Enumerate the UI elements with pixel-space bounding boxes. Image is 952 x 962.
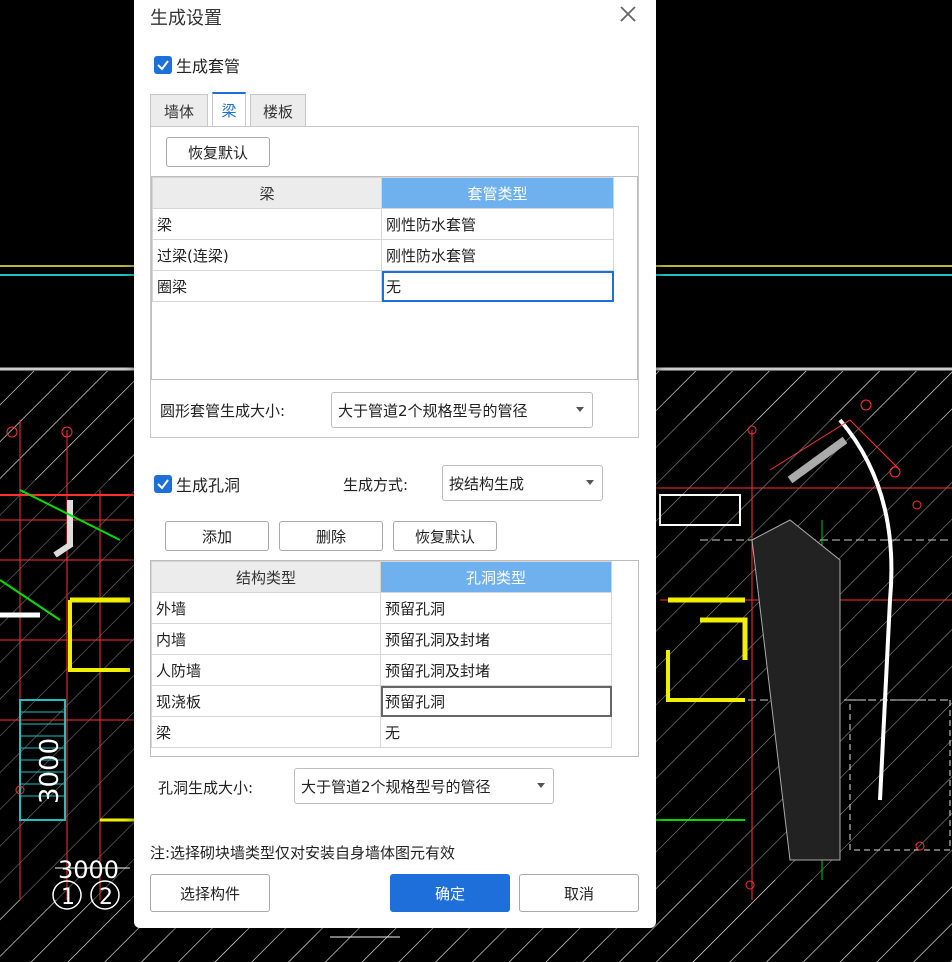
hole-size-select[interactable]: 大于管道2个规格型号的管径: [294, 768, 554, 804]
hole-restore-default-button[interactable]: 恢复默认: [393, 521, 497, 551]
sleeve-size-select[interactable]: 大于管道2个规格型号的管径: [331, 392, 593, 428]
dimension-horizontal-label: 3000: [58, 856, 119, 884]
generation-settings-dialog: 生成设置 生成套管 墙体 梁 楼板 恢复默认 梁 套管类型 梁 刚性防水套管 过…: [134, 0, 656, 928]
cell-structure-type[interactable]: 内墙: [151, 623, 381, 655]
sleeve-restore-default-button[interactable]: 恢复默认: [166, 137, 270, 167]
cell-hole-type[interactable]: 无: [380, 716, 612, 748]
table-row[interactable]: 外墙 预留孔洞: [151, 592, 612, 624]
column-header-beam[interactable]: 梁: [152, 177, 382, 209]
tab-wall[interactable]: 墙体: [150, 94, 208, 127]
table-row[interactable]: 现浇板 预留孔洞: [151, 685, 612, 717]
chevron-down-icon: [537, 783, 545, 788]
cell-beam-name[interactable]: 梁: [152, 208, 382, 240]
generate-hole-checkbox[interactable]: 生成孔洞: [154, 472, 240, 496]
hole-size-label: 孔洞生成大小:: [158, 779, 254, 797]
hole-type-grid: 结构类型 孔洞类型 外墙 预留孔洞 内墙 预留孔洞及封堵 人防墙 预留孔洞及封堵…: [150, 560, 639, 757]
column-header-hole-type[interactable]: 孔洞类型: [380, 561, 612, 593]
tab-slab[interactable]: 楼板: [250, 94, 306, 127]
cell-hole-type-focused[interactable]: 预留孔洞: [380, 685, 612, 717]
tab-beam[interactable]: 梁: [212, 92, 246, 126]
sleeve-type-grid: 梁 套管类型 梁 刚性防水套管 过梁(连梁) 刚性防水套管 圈梁 无: [151, 176, 638, 380]
delete-button[interactable]: 删除: [279, 521, 383, 551]
checkmark-icon: [154, 56, 172, 74]
select-component-button[interactable]: 选择构件: [150, 874, 270, 912]
sleeve-size-value: 大于管道2个规格型号的管径: [338, 401, 528, 420]
table-row[interactable]: 过梁(连梁) 刚性防水套管: [152, 239, 614, 271]
table-header-row: 梁 套管类型: [152, 177, 614, 209]
hole-size-value: 大于管道2个规格型号的管径: [301, 777, 491, 796]
close-icon[interactable]: [616, 2, 640, 26]
ok-button[interactable]: 确定: [390, 874, 510, 912]
sleeve-size-label: 圆形套管生成大小:: [160, 402, 286, 420]
table-row[interactable]: 人防墙 预留孔洞及封堵: [151, 654, 612, 686]
generate-hole-label: 生成孔洞: [176, 476, 241, 495]
cell-hole-type[interactable]: 预留孔洞: [380, 592, 612, 624]
cell-sleeve-type-focused[interactable]: 无: [381, 270, 614, 302]
note-text: 注:选择砌块墙类型仅对安装自身墙体图元有效: [150, 844, 456, 862]
table-row[interactable]: 梁 刚性防水套管: [152, 208, 614, 240]
generate-sleeve-label: 生成套管: [176, 57, 241, 76]
cancel-button[interactable]: 取消: [519, 874, 639, 912]
checkmark-icon: [154, 475, 172, 493]
chevron-down-icon: [576, 407, 584, 412]
cell-hole-type[interactable]: 预留孔洞及封堵: [380, 654, 612, 686]
dimension-vertical-label: 3000: [35, 738, 65, 804]
axis-label-2: 2: [99, 885, 113, 910]
cell-sleeve-type[interactable]: 刚性防水套管: [381, 239, 614, 271]
table-row[interactable]: 梁 无: [151, 716, 612, 748]
cell-structure-type[interactable]: 梁: [151, 716, 381, 748]
column-header-sleeve-type[interactable]: 套管类型: [381, 177, 614, 209]
dialog-title: 生成设置: [150, 8, 222, 29]
cell-beam-name[interactable]: 圈梁: [152, 270, 382, 302]
generation-method-label: 生成方式:: [343, 476, 409, 494]
axis-label-1: 1: [61, 885, 75, 910]
cell-sleeve-type[interactable]: 刚性防水套管: [381, 208, 614, 240]
table-row[interactable]: 圈梁 无: [152, 270, 614, 302]
cell-structure-type[interactable]: 人防墙: [151, 654, 381, 686]
cell-structure-type[interactable]: 外墙: [151, 592, 381, 624]
cell-beam-name[interactable]: 过梁(连梁): [152, 239, 382, 271]
cad-left-detail: 3000 3000 1 2: [0, 420, 134, 910]
table-header-row: 结构类型 孔洞类型: [151, 561, 612, 593]
generate-sleeve-checkbox[interactable]: 生成套管: [154, 53, 240, 77]
column-header-structure-type[interactable]: 结构类型: [151, 561, 381, 593]
generation-method-select[interactable]: 按结构生成: [442, 465, 603, 501]
table-row[interactable]: 内墙 预留孔洞及封堵: [151, 623, 612, 655]
cell-structure-type[interactable]: 现浇板: [151, 685, 381, 717]
chevron-down-icon: [586, 480, 594, 485]
grid-scrollbar[interactable]: [638, 579, 639, 689]
cell-hole-type[interactable]: 预留孔洞及封堵: [380, 623, 612, 655]
cad-right-detail: [656, 399, 952, 900]
generation-method-value: 按结构生成: [449, 474, 525, 493]
add-button[interactable]: 添加: [165, 521, 269, 551]
